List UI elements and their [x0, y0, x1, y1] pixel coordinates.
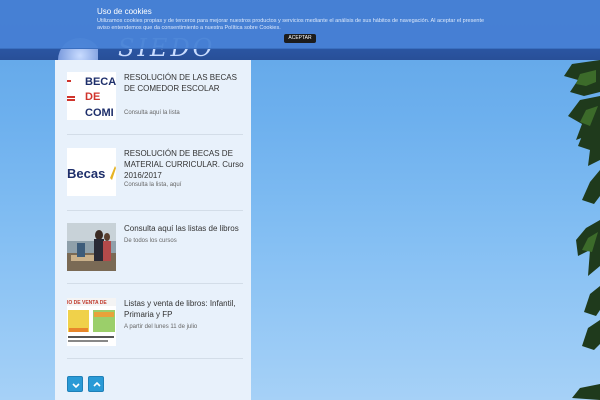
- thumb-text: IO DE VENTA DE: [67, 300, 107, 306]
- news-subtitle: Consulta aquí la lista: [124, 110, 180, 116]
- thumb-text-line: COMI: [85, 107, 114, 119]
- news-thumbnail[interactable]: BECAS DE COMI: [67, 72, 116, 120]
- news-thumbnail[interactable]: IO DE VENTA DE: [67, 298, 116, 346]
- news-divider: [67, 134, 243, 135]
- news-divider: [67, 210, 243, 211]
- news-item[interactable]: BECAS DE COMI RESOLUCIÓN DE LAS BECAS DE…: [67, 72, 244, 135]
- scroll-down-button[interactable]: [67, 376, 83, 392]
- news-panel: BECAS DE COMI RESOLUCIÓN DE LAS BECAS DE…: [55, 60, 251, 400]
- news-thumbnail[interactable]: Becas: [67, 148, 116, 196]
- news-title[interactable]: RESOLUCIÓN DE LAS BECAS DE COMEDOR ESCOL…: [124, 72, 244, 94]
- cookie-title: Uso de cookies: [97, 7, 152, 16]
- news-item[interactable]: Consulta aquí las listas de libros De to…: [67, 223, 243, 285]
- chevron-up-icon: [93, 381, 101, 387]
- news-subtitle: A partir del lunes 11 de julio: [124, 324, 198, 330]
- cookie-text: Utilizamos cookies propias y de terceros…: [97, 18, 485, 31]
- news-subtitle: De todos los cursos: [124, 238, 177, 244]
- news-divider: [67, 358, 243, 359]
- scroll-up-button[interactable]: [88, 376, 104, 392]
- thumb-text-line: DE: [85, 91, 100, 103]
- tree-leaves-decoration: [564, 60, 600, 400]
- news-subtitle: Consulta la lista, aquí: [124, 182, 182, 188]
- chevron-down-icon: [72, 383, 80, 389]
- news-divider: [67, 283, 243, 284]
- accept-cookies-button[interactable]: ACEPTAR: [284, 34, 316, 43]
- news-photo[interactable]: [67, 223, 116, 271]
- thumb-text-line: BECAS: [85, 76, 116, 88]
- news-title[interactable]: Consulta aquí las listas de libros: [124, 223, 244, 234]
- news-item[interactable]: IO DE VENTA DE Listas y venta de libros:…: [67, 298, 243, 360]
- cookie-banner: Uso de cookies Utilizamos cookies propia…: [0, 0, 600, 49]
- news-item[interactable]: Becas RESOLUCIÓN DE BECAS DE MATERIAL CU…: [67, 148, 244, 211]
- news-title[interactable]: Listas y venta de libros: Infantil, Prim…: [124, 298, 244, 320]
- thumb-text: Becas: [67, 166, 105, 181]
- news-title[interactable]: RESOLUCIÓN DE BECAS DE MATERIAL CURRICUL…: [124, 148, 244, 181]
